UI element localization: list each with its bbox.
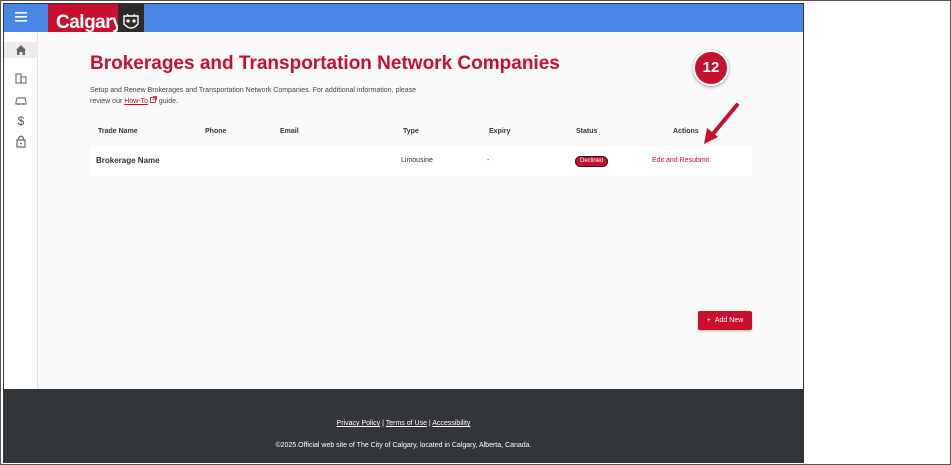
external-link-icon <box>150 96 159 105</box>
footer-separator: | <box>382 420 384 427</box>
edit-and-resubmit-link[interactable]: Edit and Resubmit <box>652 157 709 164</box>
terms-of-use-link[interactable]: Terms of Use <box>386 420 427 427</box>
column-header-trade-name: Trade Name <box>98 128 138 135</box>
main-content: Brokerages and Transportation Network Co… <box>38 32 803 389</box>
intro-text: Setup and Renew Brokerages and Transport… <box>90 86 420 107</box>
footer-links: Privacy Policy | Terms of Use | Accessib… <box>4 420 803 427</box>
privacy-policy-link[interactable]: Privacy Policy <box>337 420 381 427</box>
add-new-label: Add New <box>714 317 744 324</box>
footer-separator: | <box>428 420 431 427</box>
accessibility-link[interactable]: Accessibility <box>432 420 470 427</box>
column-header-expiry: Expiry <box>489 128 511 135</box>
building-icon[interactable] <box>13 70 29 86</box>
browser-viewport: Calgary $ Brokerages and Transportation … <box>3 3 804 463</box>
page-title: Brokerages and Transportation Network Co… <box>90 53 560 74</box>
how-to-link[interactable]: How-To <box>124 98 148 105</box>
step-number-badge: 12 <box>693 50 729 86</box>
logo-text: Calgary <box>56 11 123 33</box>
table-row: Brokerage Name Limousine - Declined Edit… <box>90 146 752 176</box>
cell-trade-name: Brokerage Name <box>96 156 160 165</box>
hamburger-icon[interactable] <box>14 11 28 23</box>
lock-icon[interactable] <box>13 133 29 149</box>
add-new-button[interactable]: + Add New <box>698 311 752 330</box>
brokerages-table: Trade Name Phone Email Type Expiry Statu… <box>90 124 752 176</box>
vehicle-icon[interactable] <box>13 92 29 108</box>
left-sidebar: $ <box>4 32 38 389</box>
home-icon[interactable] <box>4 42 38 58</box>
dollar-icon[interactable]: $ <box>13 113 29 129</box>
intro-tail: guide. <box>158 98 178 105</box>
column-header-status: Status <box>576 128 598 135</box>
column-header-actions: Actions <box>673 128 699 135</box>
copyright-text: ©2025.Official web site of The City of C… <box>275 442 532 449</box>
table-header: Trade Name Phone Email Type Expiry Statu… <box>90 124 752 146</box>
cell-type: Limousine <box>401 157 433 164</box>
column-header-type: Type <box>403 128 419 135</box>
column-header-phone: Phone <box>205 128 227 135</box>
column-header-email: Email <box>280 128 299 135</box>
page-footer: Privacy Policy | Terms of Use | Accessib… <box>4 389 803 462</box>
cell-expiry: - <box>487 157 490 164</box>
status-badge: Declined <box>575 156 609 167</box>
plus-icon: + <box>706 317 711 324</box>
